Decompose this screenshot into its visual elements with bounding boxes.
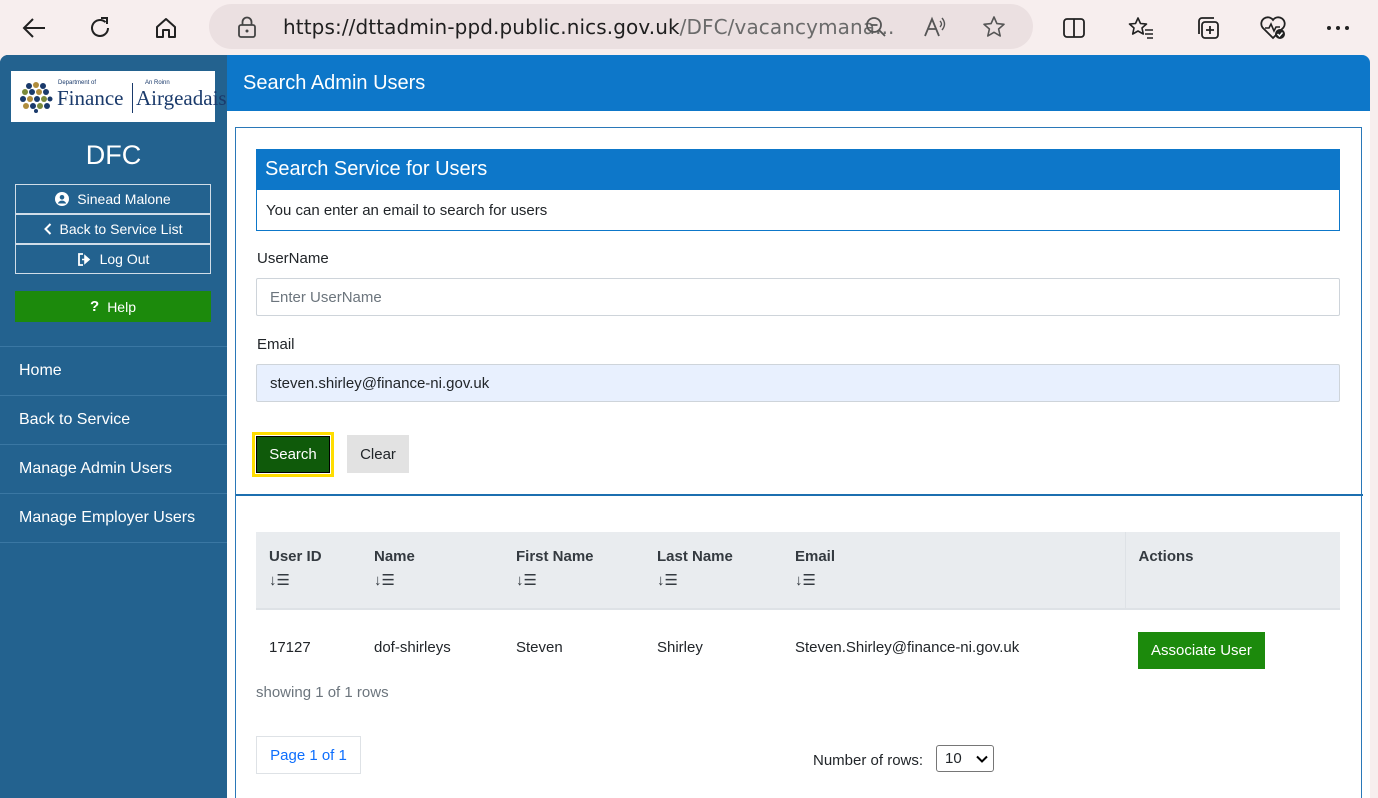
help-label: Help [107, 298, 136, 315]
search-card: Search Service for Users You can enter a… [235, 127, 1363, 798]
associate-user-button[interactable]: Associate User [1138, 632, 1265, 669]
clear-button[interactable]: Clear [347, 435, 409, 473]
logo-emblem-icon [20, 82, 53, 113]
col-email[interactable]: Email ↓☰ [782, 532, 1125, 610]
more-options-icon[interactable] [1320, 10, 1356, 46]
username-label: UserName [257, 250, 329, 267]
collections-icon[interactable] [1190, 10, 1226, 46]
page-indicator[interactable]: Page 1 of 1 [256, 736, 361, 774]
browser-toolbar: https://dttadmin-ppd.public.nics.gov.uk/… [0, 0, 1378, 55]
web-page: Department of Finance An Roinn Airgeadai… [0, 55, 1370, 798]
rows-count-text: showing 1 of 1 rows [256, 684, 389, 701]
favorite-star-icon[interactable] [981, 14, 1007, 40]
lock-icon[interactable] [237, 16, 257, 43]
finance-logo: Department of Finance An Roinn Airgeadai… [11, 71, 227, 122]
sort-icon[interactable]: ↓☰ [269, 571, 348, 589]
sidebar-item-home[interactable]: Home [0, 347, 227, 396]
back-to-service-list-label: Back to Service List [59, 221, 183, 237]
email-label: Email [257, 336, 295, 353]
logout-label: Log Out [99, 251, 150, 267]
user-account-link[interactable]: Sinead Malone [15, 184, 211, 214]
help-button[interactable]: ? Help [15, 291, 211, 322]
sidebar-nav: Home Back to Service Manage Admin Users … [0, 346, 227, 543]
rows-per-page-label: Number of rows: [813, 752, 924, 769]
panel-description: You can enter an email to search for use… [256, 190, 1340, 231]
users-table: User ID ↓☰ Name ↓☰ First Name ↓☰ Last Name ↓… [256, 532, 1340, 685]
rows-per-page-select[interactable]: 10 [936, 745, 994, 772]
col-user-id[interactable]: User ID ↓☰ [256, 532, 361, 610]
logo-dept: Finance [57, 86, 124, 110]
question-mark-icon: ? [90, 298, 100, 315]
username-input[interactable] [256, 278, 1340, 316]
logout-link[interactable]: Log Out [15, 244, 211, 274]
page-title: Search Admin Users [227, 55, 1370, 111]
org-name: DFC [85, 140, 142, 170]
favorites-icon[interactable] [1123, 10, 1159, 46]
zoom-out-icon[interactable] [863, 14, 889, 40]
search-button-label: Search [256, 436, 330, 473]
panel-title: Search Service for Users [256, 149, 1340, 190]
refresh-icon[interactable] [80, 8, 120, 48]
cell-user-id: 17127 [269, 639, 311, 656]
user-circle-icon [55, 192, 70, 206]
address-bar[interactable]: https://dttadmin-ppd.public.nics.gov.uk/… [209, 4, 1033, 49]
sidebar: Department of Finance An Roinn Airgeadai… [0, 55, 227, 798]
cell-email: Steven.Shirley@finance-ni.gov.uk [795, 639, 1020, 656]
table-row: 17127 dof-shirleys Steven Shirley Steven… [256, 609, 1340, 685]
chevron-down-icon [975, 755, 988, 763]
read-aloud-icon[interactable] [922, 14, 948, 40]
sidebar-item-back-to-service[interactable]: Back to Service [0, 396, 227, 445]
sort-icon[interactable]: ↓☰ [657, 571, 769, 589]
back-to-service-list-link[interactable]: Back to Service List [15, 214, 211, 244]
home-icon[interactable] [146, 8, 186, 48]
split-screen-icon[interactable] [1056, 10, 1092, 46]
rows-per-page-value: 10 [945, 750, 962, 767]
cell-actions: Associate User [1125, 609, 1340, 685]
sidebar-item-manage-employer-users[interactable]: Manage Employer Users [0, 494, 227, 543]
logo-separator [132, 83, 133, 113]
back-arrow-icon[interactable] [14, 8, 54, 48]
cell-last-name: Shirley [657, 639, 703, 656]
sort-icon[interactable]: ↓☰ [516, 571, 631, 589]
col-last-name[interactable]: Last Name ↓☰ [644, 532, 782, 610]
cell-first-name: Steven [516, 639, 563, 656]
table-header-row: User ID ↓☰ Name ↓☰ First Name ↓☰ Last Name ↓… [256, 532, 1340, 610]
main-content: Search Admin Users Search Service for Us… [227, 55, 1370, 798]
search-button[interactable]: Search [252, 432, 334, 477]
col-first-name[interactable]: First Name ↓☰ [503, 532, 644, 610]
logo-irish: Airgeadais [136, 86, 227, 110]
cell-name: dof-shirleys [374, 639, 451, 656]
section-divider [236, 494, 1363, 496]
url-text[interactable]: https://dttadmin-ppd.public.nics.gov.uk/… [283, 15, 895, 39]
col-actions: Actions [1124, 532, 1340, 610]
col-name[interactable]: Name ↓☰ [361, 532, 503, 610]
email-input[interactable] [256, 364, 1340, 402]
user-name: Sinead Malone [77, 191, 171, 207]
browser-essentials-icon[interactable] [1255, 10, 1291, 46]
sort-icon[interactable]: ↓☰ [795, 571, 1112, 589]
chevron-left-icon [43, 223, 51, 235]
sidebar-item-manage-admin-users[interactable]: Manage Admin Users [0, 445, 227, 494]
sign-out-icon [77, 252, 90, 266]
sort-icon[interactable]: ↓☰ [374, 571, 490, 589]
